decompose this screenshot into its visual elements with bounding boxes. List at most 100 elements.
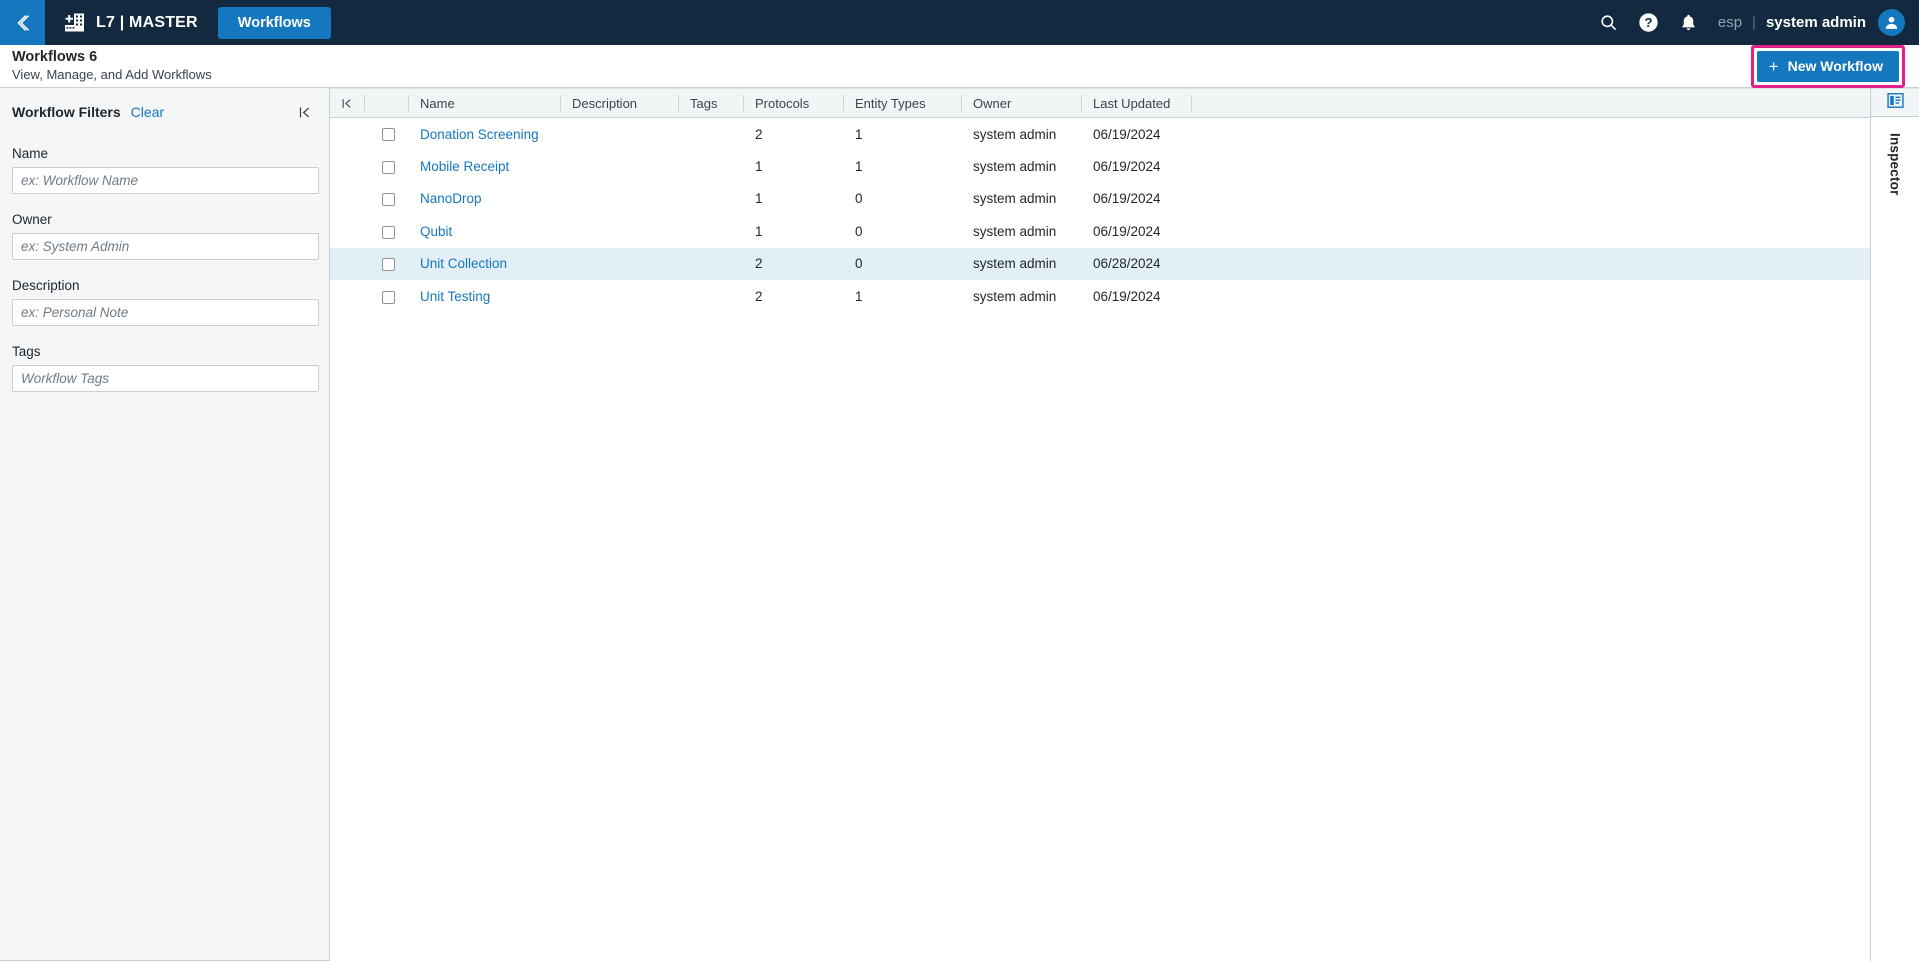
row-last-updated-cell: 06/19/2024: [1093, 191, 1161, 207]
row-select-checkbox[interactable]: [382, 258, 395, 272]
table-row[interactable]: Unit Collection 2 0 system admin 06/28/2024: [330, 247, 1870, 280]
row-filler-cell: [1191, 118, 1870, 151]
column-header-owner[interactable]: Owner: [961, 88, 1081, 118]
brand-name: L7 | MASTER: [96, 13, 198, 31]
sidebar-title: Workflow Filters: [12, 104, 121, 120]
row-select-checkbox[interactable]: [382, 193, 395, 207]
row-entity-types-cell: 0: [855, 223, 863, 239]
table-row[interactable]: NanoDrop 1 0 system admin 06/19/2024: [330, 183, 1870, 216]
filter-field-tags: Tags: [12, 344, 319, 392]
row-name-cell: Unit Testing: [408, 280, 560, 313]
table-row[interactable]: Qubit 1 0 system admin 06/19/2024: [330, 215, 1870, 248]
workflows-table-area: Name Description Tags Protocols Entity T…: [330, 88, 1870, 961]
row-protocols-cell: 2: [743, 247, 843, 280]
column-collapse-handle[interactable]: [330, 88, 364, 118]
row-tags-cell: [678, 215, 743, 248]
brand: L7 | MASTER: [63, 12, 198, 34]
page-subtitle: View, Manage, and Add Workflows: [12, 67, 212, 83]
name-filter-input[interactable]: [12, 167, 319, 194]
filter-field-name: Name: [12, 146, 319, 194]
workflow-name-link[interactable]: Qubit: [420, 224, 452, 239]
topbar-separator: |: [1752, 14, 1756, 31]
row-handle-cell: [330, 150, 364, 183]
row-description-cell: [560, 183, 678, 216]
inspector-label[interactable]: Inspector: [1888, 133, 1903, 196]
back-button[interactable]: [0, 0, 45, 45]
row-entity-types-cell: 0: [855, 191, 863, 207]
workflow-name-link[interactable]: Unit Testing: [420, 289, 490, 304]
row-select-checkbox[interactable]: [382, 290, 395, 304]
row-description-cell: [560, 150, 678, 183]
row-entity-types-cell: 1: [855, 288, 863, 304]
row-handle-cell: [330, 247, 364, 280]
row-description-cell: [560, 280, 678, 313]
row-protocols-cell: 1: [755, 191, 763, 207]
row-entity-types-cell: 0: [843, 247, 961, 280]
table-row[interactable]: Mobile Receipt 1 1 system admin 06/19/2024: [330, 150, 1870, 183]
inspector-toggle-button[interactable]: [1871, 88, 1919, 117]
row-handle-cell: [330, 215, 364, 248]
row-protocols-cell: 2: [755, 126, 763, 142]
workflow-name-link[interactable]: NanoDrop: [420, 191, 482, 206]
row-name-cell: Unit Collection: [408, 247, 560, 280]
user-name-label[interactable]: system admin: [1766, 14, 1866, 31]
chevron-left-icon: [12, 12, 34, 34]
filter-label-name: Name: [12, 146, 49, 161]
new-workflow-button[interactable]: + New Workflow: [1756, 50, 1899, 82]
row-select-checkbox[interactable]: [382, 160, 395, 174]
row-description-cell: [560, 215, 678, 248]
workflows-table: Name Description Tags Protocols Entity T…: [330, 88, 1870, 313]
collapse-panel-left-icon[interactable]: [298, 105, 317, 120]
clear-filters-link[interactable]: Clear: [131, 104, 164, 120]
column-header-protocols[interactable]: Protocols: [743, 88, 843, 118]
new-workflow-highlight: + New Workflow: [1750, 44, 1905, 88]
row-select-checkbox[interactable]: [382, 225, 395, 239]
table-row[interactable]: Unit Testing 2 1 system admin 06/19/2024: [330, 280, 1870, 313]
row-checkbox-cell: [364, 247, 408, 280]
row-tags-cell: [678, 118, 743, 151]
row-filler-cell: [1191, 215, 1870, 248]
page-header-actions: + New Workflow: [1750, 44, 1905, 88]
bell-icon[interactable]: [1678, 12, 1700, 34]
help-circle-icon[interactable]: ?: [1638, 12, 1660, 34]
row-description-cell: [560, 118, 678, 151]
workflow-name-link[interactable]: Donation Screening: [420, 127, 539, 142]
search-icon[interactable]: [1598, 12, 1620, 34]
column-header-tags[interactable]: Tags: [678, 88, 743, 118]
tags-filter-input[interactable]: [12, 365, 319, 392]
owner-filter-input[interactable]: [12, 233, 319, 260]
row-protocols-cell: 1: [755, 223, 763, 239]
column-header-name[interactable]: Name: [408, 88, 560, 118]
row-tags-cell: [678, 280, 743, 313]
table-row[interactable]: Donation Screening 2 1 system admin 06/19/20…: [330, 118, 1870, 151]
column-header-entity-types[interactable]: Entity Types: [843, 88, 961, 118]
column-header-checkbox: [364, 88, 408, 118]
collapse-columns-icon: [330, 97, 364, 110]
new-workflow-button-label: New Workflow: [1787, 58, 1883, 74]
row-name-cell: Donation Screening: [408, 118, 560, 151]
row-filler-cell: [1191, 150, 1870, 183]
table-header-row: Name Description Tags Protocols Entity T…: [330, 88, 1870, 118]
workflow-name-link[interactable]: Mobile Receipt: [420, 159, 509, 174]
table-body: Donation Screening 2 1 system admin 06/19/20…: [330, 118, 1870, 313]
column-header-last-updated[interactable]: Last Updated: [1081, 88, 1191, 118]
workflow-name-link[interactable]: Unit Collection: [420, 256, 507, 271]
filter-label-description: Description: [12, 278, 80, 293]
nav-tab-workflows[interactable]: Workflows: [217, 6, 331, 39]
locale-label[interactable]: esp: [1718, 14, 1742, 31]
row-select-checkbox[interactable]: [382, 128, 395, 142]
column-header-description[interactable]: Description: [560, 88, 678, 118]
top-navigation-bar: L7 | MASTER Workflows ? esp | system adm…: [0, 0, 1919, 45]
description-filter-input[interactable]: [12, 299, 319, 326]
column-header-filler: [1191, 88, 1870, 118]
row-last-updated-cell: 06/19/2024: [1093, 223, 1161, 239]
row-entity-types-cell: 1: [855, 158, 863, 174]
row-checkbox-cell: [364, 183, 408, 216]
row-tags-cell: [678, 150, 743, 183]
user-avatar-icon[interactable]: [1878, 9, 1905, 36]
sidebar-header: Workflow Filters Clear: [12, 104, 317, 120]
inspector-panel: Inspector: [1870, 88, 1919, 961]
row-last-updated-cell: 06/19/2024: [1093, 158, 1161, 174]
row-handle-cell: [330, 118, 364, 151]
row-tags-cell: [678, 247, 743, 280]
